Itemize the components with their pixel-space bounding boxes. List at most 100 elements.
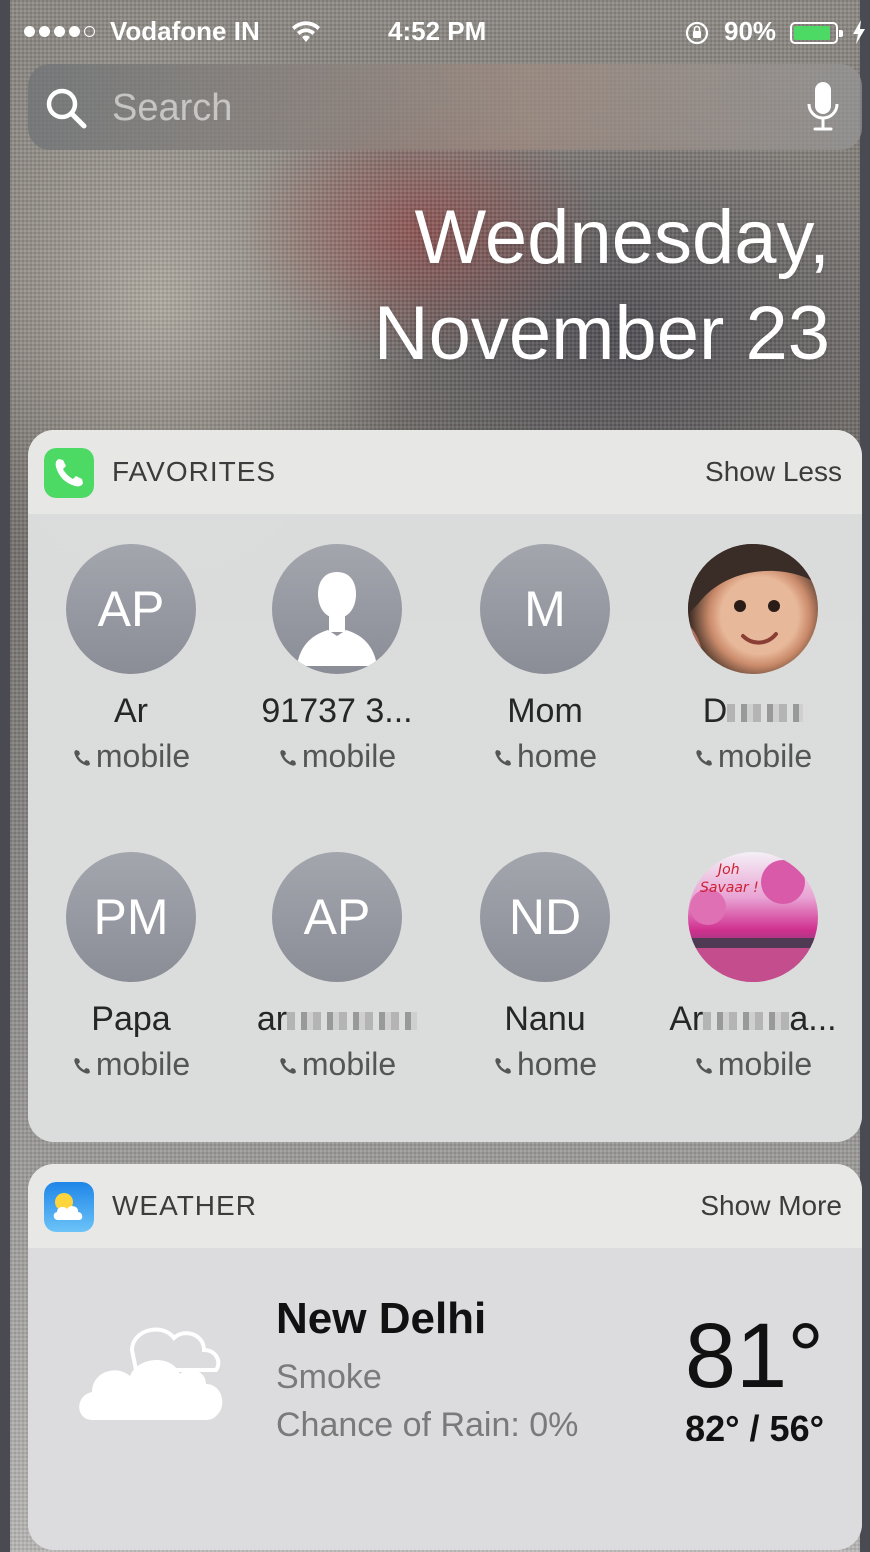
contact-type-label: mobile	[301, 1046, 397, 1082]
contact-photo	[688, 544, 818, 674]
weather-header: WEATHER Show More	[28, 1164, 862, 1248]
contact-name: Papa	[91, 1000, 171, 1038]
signal-dot	[24, 26, 35, 37]
weather-temperature: 81°	[684, 1305, 824, 1407]
weather-body: New Delhi Smoke Chance of Rain: 0% 81° 8…	[28, 1248, 862, 1550]
favorite-contact[interactable]: PM Papa mobile	[28, 852, 234, 1083]
contact-avatar: M	[480, 544, 610, 674]
contact-type-label: mobile	[717, 738, 813, 774]
contact-name-suffix: a...	[789, 1000, 837, 1038]
signal-dot-empty	[84, 26, 95, 37]
cloudy-icon	[79, 1327, 223, 1420]
show-less-button[interactable]: Show Less	[705, 456, 842, 488]
contact-name: D	[650, 692, 856, 734]
contact-type-label: home	[516, 738, 598, 774]
signal-strength-icon	[24, 26, 95, 37]
frame-left	[0, 0, 10, 1552]
carrier-name: Vodafone IN	[110, 16, 260, 46]
date-weekday: Wednesday,	[414, 195, 830, 280]
contact-type: mobile	[650, 738, 856, 775]
contact-name: ar	[234, 1000, 440, 1042]
weather-high-low: 82° / 56°	[685, 1408, 824, 1449]
signal-dot	[69, 26, 80, 37]
redacted-name-blur	[703, 1012, 790, 1031]
search-bar[interactable]	[28, 64, 862, 150]
weather-title: WEATHER	[112, 1190, 257, 1221]
person-silhouette-icon	[297, 572, 377, 666]
photo-caption-text: Joh	[715, 862, 740, 878]
search-input[interactable]	[110, 80, 774, 136]
contact-type-label: mobile	[95, 1046, 191, 1082]
battery-fill	[794, 26, 830, 40]
battery-nub	[839, 30, 843, 37]
pink-trees-photo: Joh Savaar !	[688, 860, 818, 982]
contact-type-label: home	[516, 1046, 598, 1082]
battery-icon	[790, 22, 843, 44]
date-month-day: November 23	[373, 291, 830, 376]
charging-bolt-icon	[853, 20, 865, 44]
phone-icon	[495, 1058, 511, 1074]
contact-name: 91737 3...	[261, 692, 413, 730]
favorite-contact[interactable]: Joh Savaar ! Ar a... mobile	[650, 852, 856, 1083]
contact-name: Ar a...	[650, 1000, 856, 1042]
phone-icon	[696, 750, 712, 766]
search-icon	[46, 88, 87, 129]
contact-type-label: mobile	[95, 738, 191, 774]
favorite-contact[interactable]: ND Nanu home	[442, 852, 648, 1083]
weather-app-icon	[44, 1182, 94, 1232]
contact-name: Nanu	[504, 1000, 586, 1038]
favorites-widget: FAVORITES Show Less AP Ar mobile 91737 3…	[28, 430, 862, 1142]
phone-icon	[74, 1058, 90, 1074]
phone-icon	[280, 750, 296, 766]
clock: 4:52 PM	[388, 16, 487, 46]
contact-avatar: PM	[66, 852, 196, 982]
child-face-photo	[688, 544, 818, 674]
contact-photo: Joh Savaar !	[688, 852, 818, 982]
rotation-lock-icon	[685, 21, 709, 45]
contact-type: mobile	[28, 1046, 234, 1083]
weather-rain-chance: Chance of Rain: 0%	[276, 1406, 579, 1444]
battery-percent: 90%	[724, 16, 777, 46]
contact-avatar: AP	[272, 852, 402, 982]
weather-city: New Delhi	[276, 1294, 487, 1343]
photo-caption-text: Savaar !	[700, 880, 759, 896]
contact-type: mobile	[234, 1046, 440, 1083]
favorite-contact[interactable]: AP ar mobile	[234, 852, 440, 1083]
contact-avatar: ND	[480, 852, 610, 982]
redacted-name-blur	[727, 704, 804, 723]
redacted-name-blur	[287, 1012, 418, 1031]
contact-type: mobile	[28, 738, 234, 775]
contact-avatar-silhouette	[272, 544, 402, 674]
contact-type-label: mobile	[301, 738, 397, 774]
favorites-title: FAVORITES	[112, 456, 277, 487]
phone-icon	[696, 1058, 712, 1074]
contact-name-text: Ar	[669, 1000, 704, 1038]
phone-app-icon	[44, 448, 94, 498]
favorites-header: FAVORITES Show Less	[28, 430, 862, 514]
favorite-contact[interactable]: D mobile	[650, 544, 856, 775]
weather-condition: Smoke	[276, 1358, 382, 1396]
contact-type: home	[442, 738, 648, 775]
signal-dot	[39, 26, 50, 37]
weather-widget[interactable]: WEATHER Show More New Delhi Smoke Chance…	[28, 1164, 862, 1550]
microphone-icon[interactable]	[804, 80, 842, 134]
wifi-icon	[292, 21, 320, 42]
contact-name: Mom	[507, 692, 583, 730]
phone-icon	[495, 750, 511, 766]
contact-name: Ar	[114, 692, 148, 730]
contact-type: mobile	[650, 1046, 856, 1083]
signal-dot	[54, 26, 65, 37]
favorite-contact[interactable]: AP Ar mobile	[28, 544, 234, 775]
contact-type: home	[442, 1046, 648, 1083]
date-display: Wednesday, November 23	[374, 190, 830, 382]
favorite-contact[interactable]: 91737 3... mobile	[234, 544, 440, 775]
contact-name-text: D	[702, 692, 728, 730]
contact-type: mobile	[234, 738, 440, 775]
contact-avatar: AP	[66, 544, 196, 674]
favorite-contact[interactable]: M Mom home	[442, 544, 648, 775]
phone-icon	[280, 1058, 296, 1074]
show-more-button[interactable]: Show More	[700, 1190, 842, 1222]
favorites-grid: AP Ar mobile 91737 3... mobile M Mom hom…	[28, 514, 862, 1142]
contact-name-text: ar	[256, 1000, 288, 1038]
status-bar: Vodafone IN 4:52 PM 90%	[0, 10, 870, 54]
